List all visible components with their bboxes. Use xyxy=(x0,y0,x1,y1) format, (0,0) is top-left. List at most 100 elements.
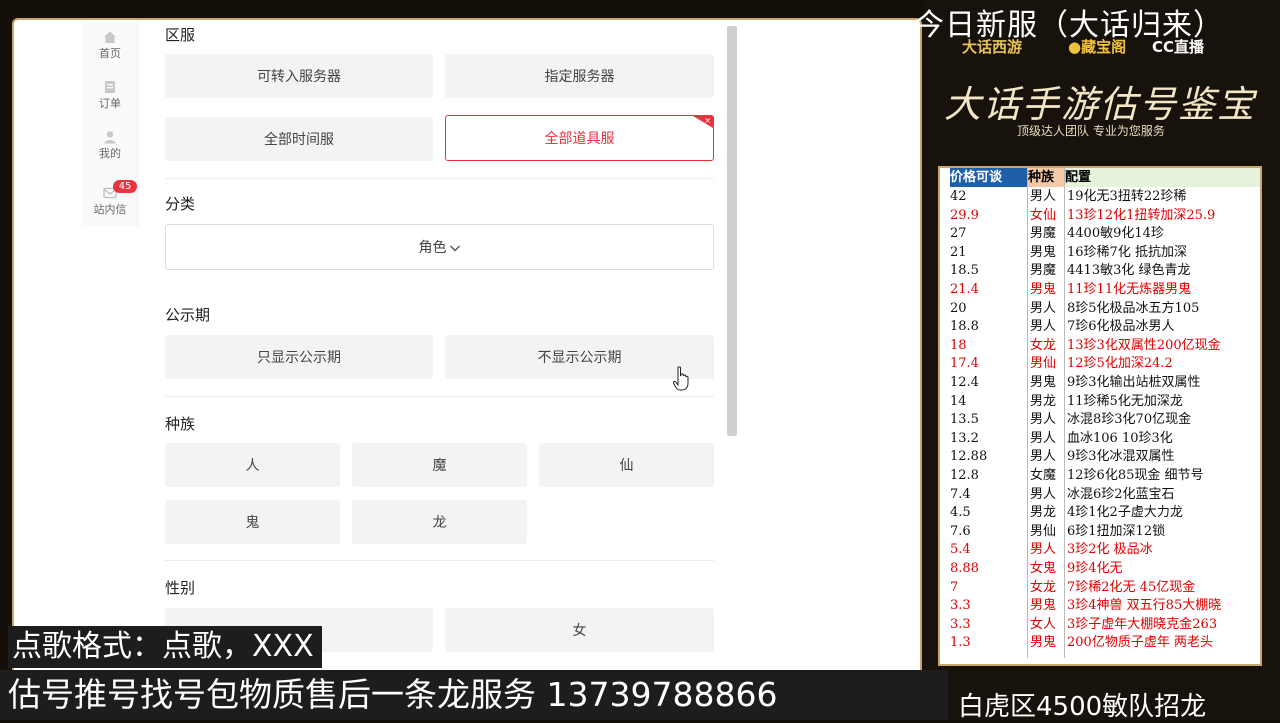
table-cell-race: 男人 xyxy=(1030,412,1057,428)
table-row: 3.3 女人 3珍子虚年大棚晓克金263 xyxy=(950,616,1260,635)
table-cell-price: 4.5 xyxy=(950,505,971,521)
table-row: 13.2 男人 血冰106 10珍3化 xyxy=(950,430,1260,449)
web-page-frame: 首页 订单 我的 45 站内信 区服 可转入服务器 指定服务器 全部时间服 全部… xyxy=(12,18,922,720)
table-cell-config: 6珍1扭加深12锁 xyxy=(1067,523,1166,539)
divider xyxy=(165,560,714,561)
table-row: 7 女龙 7珍稀2化无 45亿现金 xyxy=(950,579,1260,598)
chevron-down-icon xyxy=(449,245,460,252)
nav-orders-label: 订单 xyxy=(99,97,121,110)
table-cell-race: 男人 xyxy=(1030,542,1057,558)
race-option-human[interactable]: 人 xyxy=(165,443,340,487)
table-cell-config: 冰混6珍2化蓝宝石 xyxy=(1067,486,1175,502)
table-row: 8.88 女鬼 9珍4化无 xyxy=(950,560,1260,579)
race-option-ghost[interactable]: 鬼 xyxy=(165,500,340,544)
table-cell-config: 4珍1化2子虚大力龙 xyxy=(1067,505,1183,521)
table-cell-race: 女鬼 xyxy=(1030,561,1057,576)
nav-mine[interactable]: 我的 xyxy=(83,130,137,161)
table-row: 5.4 男人 3珍2化 极品冰 xyxy=(950,541,1260,560)
price-table-header-price: 价格可谈 xyxy=(950,168,1027,187)
table-cell-config: 9珍3化输出站桩双属性 xyxy=(1067,375,1201,390)
table-cell-price: 12.8 xyxy=(950,468,979,483)
server-section-title: 区服 xyxy=(165,26,196,44)
nav-messages[interactable]: 45 站内信 xyxy=(83,180,137,217)
scrollbar-thumb[interactable] xyxy=(727,26,737,436)
price-table-frame: 价格可谈 种族 配置 42 男人 19化无3扭转22珍稀 29.9 女仙 13珍12化1扭… xyxy=(938,166,1262,666)
column-divider xyxy=(1027,168,1028,658)
home-icon xyxy=(104,31,116,43)
table-row: 14 男龙 11珍稀5化无加深龙 xyxy=(950,393,1260,412)
public-period-only[interactable]: 只显示公示期 xyxy=(165,335,433,379)
nav-orders[interactable]: 订单 xyxy=(83,80,137,111)
table-cell-race: 男仙 xyxy=(1030,356,1057,372)
nav-home-label: 首页 xyxy=(99,47,121,60)
logo-cangbaoge-text: 藏宝阁 xyxy=(1081,38,1127,56)
gender-option-female[interactable]: 女 xyxy=(445,608,714,652)
table-cell-config: 11珍稀5化无加深龙 xyxy=(1067,393,1183,409)
table-cell-race: 男魔 xyxy=(1030,226,1057,242)
price-table-header-config: 配置 xyxy=(1065,168,1260,187)
table-cell-price: 1.3 xyxy=(950,635,971,651)
table-row: 42 男人 19化无3扭转22珍稀 xyxy=(950,188,1260,207)
side-nav: 首页 订单 我的 45 站内信 xyxy=(83,22,138,226)
table-cell-race: 男鬼 xyxy=(1030,375,1057,390)
race-section-title: 种族 xyxy=(165,415,196,433)
server-option-all-time[interactable]: 全部时间服 xyxy=(165,117,433,161)
race-option-demon[interactable]: 魔 xyxy=(352,443,527,487)
divider xyxy=(165,396,714,397)
table-row: 1.3 男鬼 200亿物质子虚年 两老头 xyxy=(950,634,1260,653)
table-cell-config: 血冰106 10珍3化 xyxy=(1067,430,1173,446)
table-row: 18.8 男人 7珍6化极品冰男人 xyxy=(950,318,1260,337)
table-cell-price: 13.2 xyxy=(950,430,979,446)
nav-mine-label: 我的 xyxy=(99,147,121,160)
table-cell-race: 男魔 xyxy=(1030,263,1057,279)
table-cell-price: 3.3 xyxy=(950,598,971,614)
table-cell-race: 男鬼 xyxy=(1030,635,1057,651)
logo-cangbaoge: ●藏宝阁 xyxy=(1068,36,1126,57)
category-value: 角色 xyxy=(418,240,447,256)
filter-panel: 区服 可转入服务器 指定服务器 全部时间服 全部道具服 × 分类 角色 公示期 … xyxy=(165,20,714,718)
table-cell-race: 男人 xyxy=(1030,486,1057,502)
table-cell-config: 13珍3化双属性200亿现金 xyxy=(1067,337,1221,353)
category-dropdown[interactable]: 角色 xyxy=(165,224,714,270)
server-option-all-items[interactable]: 全部道具服 × xyxy=(445,115,714,161)
hand-cursor-icon xyxy=(673,366,689,391)
table-cell-race: 男人 xyxy=(1030,449,1057,465)
table-cell-race: 女龙 xyxy=(1030,579,1057,595)
table-cell-price: 13.5 xyxy=(950,412,979,428)
table-cell-race: 男人 xyxy=(1030,189,1057,204)
table-row: 18 女龙 13珍3化双属性200亿现金 xyxy=(950,337,1260,356)
server-option-specified[interactable]: 指定服务器 xyxy=(445,54,714,98)
table-cell-price: 17.4 xyxy=(950,356,979,372)
table-cell-config: 19化无3扭转22珍稀 xyxy=(1067,189,1187,204)
table-cell-price: 21 xyxy=(950,244,967,260)
race-option-immortal[interactable]: 仙 xyxy=(539,443,714,487)
table-cell-config: 冰混8珍3化70亿现金 xyxy=(1067,412,1192,428)
selected-close-icon[interactable]: × xyxy=(693,116,713,128)
table-row: 4.5 男龙 4珍1化2子虚大力龙 xyxy=(950,504,1260,523)
table-cell-price: 20 xyxy=(950,300,967,316)
table-row: 12.4 男鬼 9珍3化输出站桩双属性 xyxy=(950,374,1260,393)
table-cell-price: 18.8 xyxy=(950,319,979,335)
table-cell-price: 3.3 xyxy=(950,616,971,632)
recruit-text: 白虎区4500敏队招龙 xyxy=(958,692,1207,722)
brand-subtitle: 顶级达人团队 专业为您服务 xyxy=(1017,124,1165,138)
table-cell-config: 9珍4化无 xyxy=(1067,561,1123,576)
table-cell-config: 12珍6化85现金 细节号 xyxy=(1067,468,1204,483)
nav-home[interactable]: 首页 xyxy=(83,30,137,61)
table-cell-price: 7 xyxy=(950,579,959,595)
table-row: 7.4 男人 冰混6珍2化蓝宝石 xyxy=(950,486,1260,505)
table-cell-price: 12.88 xyxy=(950,449,988,465)
table-cell-config: 7珍稀2化无 45亿现金 xyxy=(1067,579,1196,595)
table-cell-race: 男鬼 xyxy=(1030,244,1057,260)
table-cell-config: 200亿物质子虚年 两老头 xyxy=(1067,635,1213,651)
table-row: 7.6 男仙 6珍1扭加深12锁 xyxy=(950,523,1260,542)
table-cell-price: 8.88 xyxy=(950,561,979,576)
song-request-format: 点歌格式：点歌，XXX xyxy=(8,626,322,668)
table-cell-config: 12珍5化加深24.2 xyxy=(1067,356,1173,372)
server-option-transferable[interactable]: 可转入服务器 xyxy=(165,54,433,98)
table-cell-config: 3珍2化 极品冰 xyxy=(1067,542,1153,558)
table-cell-race: 男人 xyxy=(1030,430,1057,446)
table-cell-race: 男鬼 xyxy=(1030,598,1057,614)
race-option-dragon[interactable]: 龙 xyxy=(352,500,527,544)
table-cell-price: 42 xyxy=(950,189,967,204)
